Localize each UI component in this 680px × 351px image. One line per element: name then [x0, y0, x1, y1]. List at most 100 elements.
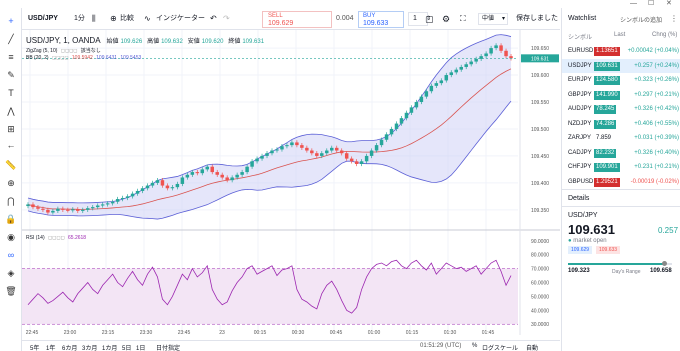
legend-title[interactable]: USD/JPY, 1, OANDA — [26, 36, 101, 45]
indicators-icon[interactable]: ∿ — [144, 13, 151, 25]
indicators-button[interactable]: インジケーター — [156, 13, 205, 25]
undo-icon[interactable]: ↶ — [210, 13, 217, 25]
fullscreen-icon[interactable]: ⛶ — [460, 13, 466, 25]
buy-button[interactable]: BUY 109.633 — [358, 11, 404, 28]
watchlist-row[interactable]: GBPUSD 1.29521 -0.00019 (-0.02%) — [562, 175, 680, 189]
candle — [494, 45, 498, 49]
watchlist-row[interactable]: AUDJPY 78.245 +0.326 (+0.42%) — [562, 102, 680, 116]
candle — [260, 155, 264, 159]
redo-icon[interactable]: ↷ — [223, 13, 230, 25]
fibonacci-icon[interactable]: ≡ — [4, 50, 18, 64]
candle — [215, 172, 219, 175]
legend-settings-icon[interactable]: ◻◻◻◻ — [52, 55, 69, 61]
legend-eye-icon[interactable]: ◻◻◻◻ — [61, 48, 78, 54]
price-type-select[interactable]: 中値 ▾ — [478, 13, 508, 25]
bid-badge: 109.629 — [568, 246, 593, 254]
add-symbol-button[interactable]: シンボルの追加 — [620, 15, 662, 24]
col-chg[interactable]: Chng (%) — [652, 32, 677, 38]
chart-svg[interactable]: 109.650 109.600 109.550 109.500 109.450 109.4… — [22, 30, 560, 336]
range-6mo[interactable]: 6カ月 — [62, 343, 77, 351]
watchlist-row[interactable]: NZDJPY 74.286 +0.406 (+0.55%) — [562, 117, 680, 131]
ruler-icon[interactable]: 📏 — [4, 158, 18, 172]
watchlist-row[interactable]: EURUSD 1.13651 +0.00042 (+0.04%) — [562, 44, 680, 58]
magnet-icon[interactable]: ⋂ — [4, 194, 18, 208]
goto-date-button[interactable]: 日付指定 — [156, 343, 180, 351]
fullscreen-rect-icon[interactable]: ▢ — [425, 13, 434, 25]
candle — [41, 208, 45, 210]
watchlist-row[interactable]: GBPJPY 141.990 +0.297 (+0.21%) — [562, 88, 680, 102]
chart-area[interactable]: 109.650 109.600 109.550 109.500 109.450 109.4… — [22, 30, 560, 336]
compare-button[interactable]: 比較 — [120, 13, 134, 25]
range-1y[interactable]: 1年 — [46, 343, 55, 351]
col-symbol[interactable]: シンボル — [568, 32, 592, 41]
zoom-icon[interactable]: ⊕ — [4, 176, 18, 190]
more-icon[interactable]: ⋮ — [670, 14, 678, 23]
trash-icon[interactable]: 🗑 — [4, 284, 18, 298]
pattern-icon[interactable]: ⋀ — [4, 104, 18, 118]
text-icon[interactable]: T — [4, 86, 18, 100]
watchlist-row[interactable]: ZARJPY 7.859 +0.031 (+0.39%) — [562, 131, 680, 145]
candle-style-icon[interactable]: ⫼ — [92, 13, 96, 25]
close-window-button[interactable]: ✕ — [666, 0, 672, 8]
minimize-button[interactable]: — — [630, 0, 637, 8]
candle — [175, 183, 180, 188]
gear-icon[interactable]: ⚙ — [442, 13, 450, 25]
rsi-tick-label: 80.0000 — [531, 253, 549, 259]
drawing-toolbar: + ╱ ≡ ✎ T ⋀ ⊞ ← 📏 ⊕ ⋂ 🔒 ◉ ∞ ◈ 🗑 — [0, 8, 22, 351]
sell-button[interactable]: SELL 109.629 — [262, 11, 332, 28]
brush-icon[interactable]: ✎ — [4, 68, 18, 82]
measure-icon[interactable]: ⊞ — [4, 122, 18, 136]
rsi-legend[interactable]: RSI (14) ◻◻◻◻ 65.2618 — [26, 235, 86, 241]
legend-low-label: 安値 — [187, 39, 200, 45]
auto-toggle[interactable]: 自動 — [526, 343, 538, 351]
save-button[interactable]: 保存しました — [516, 13, 558, 25]
time-tick-label: 23:00 — [64, 330, 77, 335]
compare-icon[interactable]: ⊕ — [110, 13, 117, 25]
candle — [225, 177, 229, 181]
link-icon[interactable]: ∞ — [4, 248, 18, 262]
layers-icon[interactable]: ◈ — [4, 266, 18, 280]
symbol-search[interactable]: USD/JPY — [28, 13, 58, 25]
percent-toggle[interactable]: % — [472, 343, 477, 349]
lock-icon[interactable]: 🔒 — [4, 212, 18, 226]
watchlist-change: +0.297 (+0.21%) — [634, 91, 679, 98]
day-range-bar — [568, 261, 672, 266]
eye-icon[interactable]: ◉ — [4, 230, 18, 244]
range-5y[interactable]: 5年 — [30, 343, 39, 351]
trendline-icon[interactable]: ╱ — [4, 32, 18, 46]
log-toggle[interactable]: ログスケール — [482, 343, 518, 351]
arrow-icon[interactable]: ← — [4, 138, 18, 152]
zigzag-legend[interactable]: ZigZag (5, 10) ◻◻◻◻ 該当なし — [26, 47, 101, 54]
maximize-button[interactable]: ☐ — [648, 0, 654, 8]
watchlist-tab[interactable]: Watchlist — [568, 15, 596, 22]
range-1d[interactable]: 1日 — [136, 343, 145, 351]
col-last[interactable]: Last — [614, 32, 625, 38]
candle — [265, 153, 269, 156]
watchlist-symbol: CADJPY — [568, 149, 592, 156]
candle — [399, 118, 404, 124]
ask-badge: 109.633 — [596, 246, 621, 254]
watchlist-symbol: CHFJPY — [568, 164, 592, 170]
watchlist-last: 82.232 — [594, 148, 617, 158]
time-tick-label: 23 — [219, 330, 225, 335]
watchlist-row[interactable]: CADJPY 82.232 +0.326 (+0.40%) — [562, 146, 680, 160]
candle — [170, 187, 175, 189]
range-3mo[interactable]: 3カ月 — [82, 343, 97, 351]
details-change: 0.257 — [658, 226, 679, 235]
candle — [384, 134, 389, 140]
range-5d[interactable]: 5日 — [122, 343, 131, 351]
range-1mo[interactable]: 1カ月 — [102, 343, 117, 351]
watchlist-last: 109.631 — [594, 61, 620, 71]
bb-legend[interactable]: BB (20, 2) ◻◻◻◻ 109.5942 109.6431 109.54… — [26, 55, 141, 61]
interval-selector[interactable]: 1分 — [74, 13, 85, 25]
time-tick-label: 00:15 — [254, 330, 267, 335]
details-price: 109.631 — [568, 222, 615, 237]
watchlist-row[interactable]: CHFJPY 109.901 +0.231 (+0.21%) — [562, 160, 680, 174]
candle — [369, 150, 374, 156]
crosshair-icon[interactable]: + — [4, 14, 18, 28]
watchlist-row[interactable]: USDJPY 109.631 +0.257 (+0.24%) — [562, 58, 680, 73]
candle — [56, 208, 60, 211]
watchlist-row[interactable]: EURJPY 124.580 +0.323 (+0.26%) — [562, 73, 680, 87]
candle — [145, 185, 150, 189]
rsi-settings-icon[interactable]: ◻◻◻◻ — [48, 235, 65, 241]
